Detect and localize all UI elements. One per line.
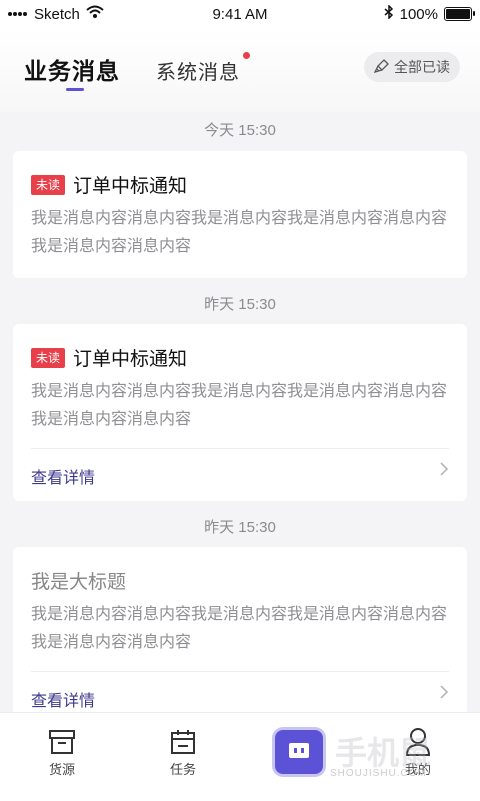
tab-source-label: 货源 xyxy=(48,762,75,777)
active-tab-indicator xyxy=(66,88,84,91)
tab-source[interactable]: 货源 xyxy=(22,725,102,778)
message-card[interactable]: 未读 订单中标通知 我是消息内容消息内容我是消息内容我是消息内容消息内容我是消息… xyxy=(13,324,467,501)
mark-all-read-button[interactable]: 全部已读 xyxy=(364,52,460,82)
message-card[interactable]: 未读 订单中标通知 我是消息内容消息内容我是消息内容我是消息内容消息内容我是消息… xyxy=(13,151,467,278)
calendar-icon xyxy=(143,725,223,759)
watermark-url: SHOUJISHU.COM xyxy=(330,768,427,779)
mark-all-read-label: 全部已读 xyxy=(394,59,450,75)
view-details-link[interactable]: 查看详情 xyxy=(31,687,95,711)
chevron-right-icon[interactable] xyxy=(439,461,449,482)
signal-icon xyxy=(8,6,28,23)
date-label: 今天 15:30 xyxy=(204,122,276,139)
message-card[interactable]: 我是大标题 我是消息内容消息内容我是消息内容我是消息内容消息内容我是消息内容消息… xyxy=(13,547,467,717)
battery-percent: 100% xyxy=(399,5,438,23)
message-title: 订单中标通知 xyxy=(73,176,188,197)
bluetooth-icon xyxy=(384,4,394,23)
card-divider xyxy=(31,671,449,672)
broom-icon xyxy=(373,58,390,77)
message-body: 我是消息内容消息内容我是消息内容我是消息内容消息内容我是消息内容消息内容 xyxy=(31,606,448,651)
wifi-icon xyxy=(86,5,104,23)
chevron-right-icon[interactable] xyxy=(439,684,449,705)
card-divider xyxy=(31,448,449,449)
status-bar: Sketch 9:41 AM 100% xyxy=(0,0,480,28)
watermark-logo: 手机鼠 xyxy=(335,735,432,771)
battery-icon xyxy=(444,7,475,21)
message-body: 我是消息内容消息内容我是消息内容我是消息内容消息内容我是消息内容消息内容 xyxy=(31,383,448,428)
carrier-name: Sketch xyxy=(34,5,80,23)
date-label: 昨天 15:30 xyxy=(204,296,276,313)
message-header: 业务消息 系统消息 全部已读 xyxy=(0,28,480,112)
message-title: 我是大标题 xyxy=(31,572,127,593)
message-body: 我是消息内容消息内容我是消息内容我是消息内容消息内容我是消息内容消息内容 xyxy=(31,210,448,255)
view-details-link[interactable]: 查看详情 xyxy=(31,464,95,488)
unread-badge: 未读 xyxy=(31,347,66,368)
archive-box-icon xyxy=(22,725,102,759)
unread-badge: 未读 xyxy=(31,174,66,195)
tab-task[interactable]: 任务 xyxy=(143,725,223,778)
message-title: 订单中标通知 xyxy=(73,349,188,370)
date-label: 昨天 15:30 xyxy=(204,519,276,536)
tab-task-label: 任务 xyxy=(169,762,196,777)
tab-business-messages[interactable]: 业务消息 xyxy=(24,52,120,86)
tab-system-messages[interactable]: 系统消息 xyxy=(156,56,240,85)
unread-dot xyxy=(243,52,250,59)
